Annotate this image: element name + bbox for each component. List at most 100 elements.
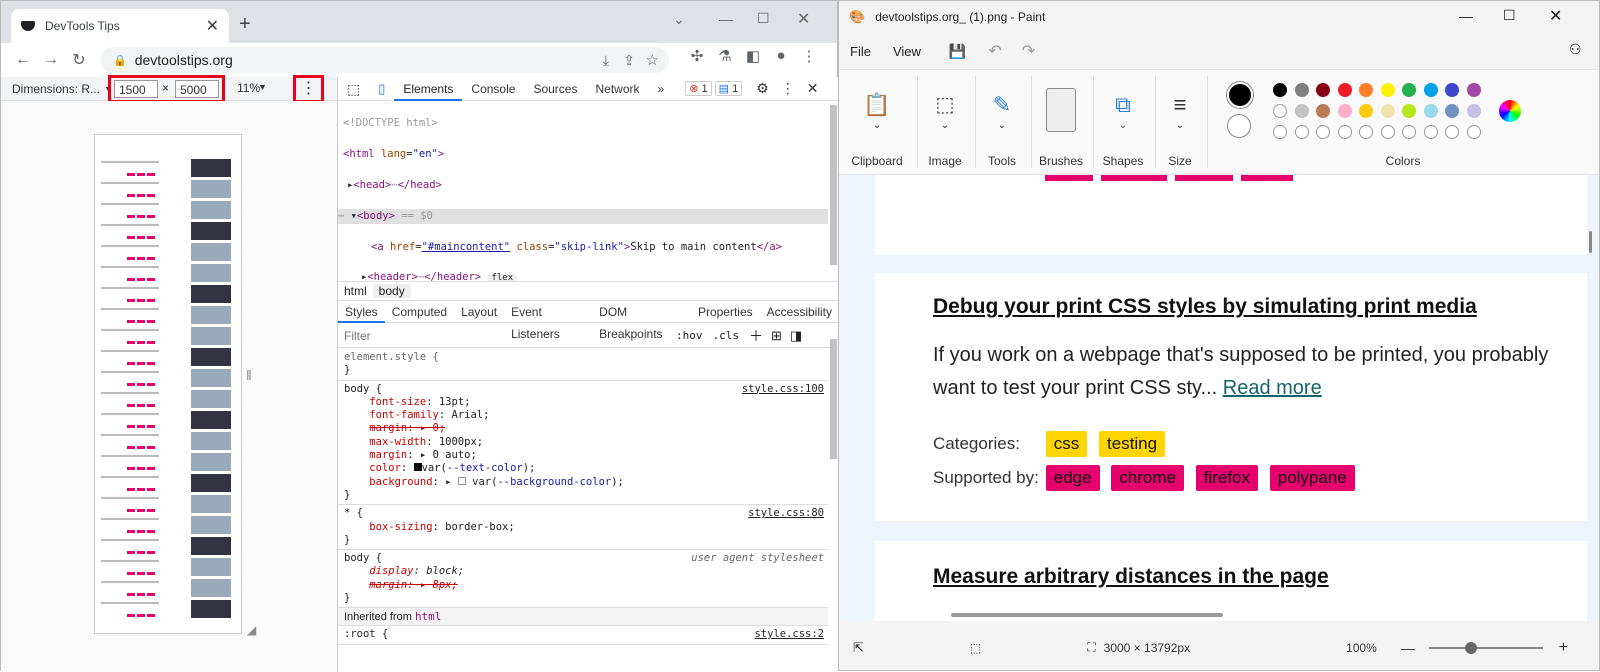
canvas-vscroll[interactable] xyxy=(1589,231,1592,253)
breadcrumb-body[interactable]: body xyxy=(372,284,411,298)
tab-properties[interactable]: Properties xyxy=(691,301,760,323)
browser-tab[interactable]: DevTools Tips ✕ xyxy=(11,9,229,43)
color-swatch[interactable] xyxy=(413,463,422,472)
empty-color-slot[interactable] xyxy=(1359,125,1373,139)
devtools-menu-icon[interactable]: ⋮ xyxy=(781,80,795,97)
paint-canvas-area[interactable]: Debug your print CSS styles by simulatin… xyxy=(839,175,1599,621)
tools-chevron-icon[interactable]: ⌄ xyxy=(975,120,1029,131)
styles-scrollbar[interactable] xyxy=(830,339,837,459)
zoom-select[interactable]: 11% xyxy=(237,81,260,95)
group-image[interactable]: ⬚ ⌄ Image xyxy=(917,70,973,176)
side-panel-icon[interactable]: ◧ xyxy=(739,47,767,65)
install-icon[interactable]: ⤓ xyxy=(603,52,609,69)
chevron-down-icon[interactable]: ⌄ xyxy=(673,11,685,28)
toggle-sidebar-icon[interactable]: ◨ xyxy=(790,328,802,344)
palette-color[interactable] xyxy=(1423,104,1438,118)
palette-color[interactable] xyxy=(1316,104,1330,118)
dom-node-head[interactable]: ▸<head>⋯</head> xyxy=(338,178,828,193)
new-tab-icon[interactable]: + xyxy=(239,13,251,36)
palette-color[interactable] xyxy=(1402,104,1416,118)
dom-tree-scrollbar[interactable] xyxy=(830,105,837,265)
tab-styles[interactable]: Styles xyxy=(338,301,385,323)
clipboard-chevron-icon[interactable]: ⌄ xyxy=(839,120,915,131)
zoom-dropdown-icon[interactable]: ▼ xyxy=(258,82,267,92)
empty-color-slot[interactable] xyxy=(1294,125,1309,139)
more-tabs-icon[interactable]: » xyxy=(649,77,674,101)
source-link-body[interactable]: style.css:100 xyxy=(742,383,824,395)
empty-color-slot[interactable] xyxy=(1316,125,1330,139)
maximize-icon[interactable]: ☐ xyxy=(757,10,770,27)
device-toggle-icon[interactable]: ▯ xyxy=(369,77,394,101)
minimize-icon[interactable]: — xyxy=(719,11,733,27)
dom-node-body-selected[interactable]: ⋯ ▾<body> == $0 xyxy=(338,208,828,225)
settings-gear-icon[interactable]: ⚙ xyxy=(756,80,769,97)
tab-console[interactable]: Console xyxy=(462,77,524,101)
paint-roller-icon[interactable]: ⊞ xyxy=(771,328,782,344)
palette-color[interactable] xyxy=(1294,104,1309,118)
reload-icon[interactable]: ↻ xyxy=(65,50,93,70)
styles-filter-input[interactable]: Filter xyxy=(344,329,672,343)
group-size[interactable]: ≡ ⌄ Size xyxy=(1155,70,1205,176)
rule-universal[interactable]: style.css:80 * { box-sizing: border-box;… xyxy=(338,505,828,551)
source-link-star[interactable]: style.css:80 xyxy=(748,507,824,519)
image-canvas[interactable]: Debug your print CSS styles by simulatin… xyxy=(875,175,1587,621)
account-icon[interactable]: ⚇ xyxy=(1569,41,1582,58)
palette-color[interactable] xyxy=(1273,83,1287,97)
zoom-out-icon[interactable]: — xyxy=(1401,640,1415,656)
height-input[interactable]: 5000 xyxy=(175,80,219,98)
close-window-icon[interactable]: ✕ xyxy=(1549,6,1562,26)
menu-file[interactable]: File xyxy=(850,44,871,59)
resize-corner-icon[interactable]: ◢ xyxy=(247,623,256,637)
palette-color[interactable] xyxy=(1273,104,1287,118)
cls-button[interactable]: .cls xyxy=(713,329,740,342)
message-counter[interactable]: ▤ 1 xyxy=(714,81,743,96)
forward-icon[interactable]: → xyxy=(37,51,65,69)
size-chevron-icon[interactable]: ⌄ xyxy=(1155,120,1205,131)
tab-accessibility[interactable]: Accessibility xyxy=(760,301,839,323)
group-clipboard[interactable]: 📋 ⌄ Clipboard xyxy=(839,70,915,176)
palette-color[interactable] xyxy=(1466,83,1481,97)
tab-network[interactable]: Network xyxy=(586,77,648,101)
palette-color[interactable] xyxy=(1380,104,1395,118)
share-icon[interactable]: ⇪ xyxy=(623,52,635,69)
tab-elements[interactable]: Elements xyxy=(394,77,463,101)
dom-node-skip-link[interactable]: <a href="#maincontent" class="skip-link"… xyxy=(338,240,828,255)
palette-color[interactable] xyxy=(1337,83,1352,97)
zoom-in-icon[interactable]: + xyxy=(1559,639,1568,657)
empty-color-slot[interactable] xyxy=(1273,125,1287,139)
secondary-color[interactable] xyxy=(1227,114,1251,138)
tab-layout[interactable]: Layout xyxy=(454,301,504,323)
dimensions-select[interactable]: Dimensions: R... xyxy=(12,82,100,96)
back-icon[interactable]: ← xyxy=(9,51,37,69)
width-input[interactable]: 1500 xyxy=(114,80,158,98)
profile-avatar-icon[interactable]: ● xyxy=(767,47,795,65)
menu-view[interactable]: View xyxy=(893,44,921,59)
inspect-element-icon[interactable]: ⬚ xyxy=(338,77,369,101)
rule-root[interactable]: style.css:2 :root { xyxy=(338,626,828,645)
palette-color[interactable] xyxy=(1294,83,1309,97)
lab-flask-icon[interactable]: ⚗ xyxy=(711,47,739,65)
palette-color[interactable] xyxy=(1337,104,1352,118)
tab-sources[interactable]: Sources xyxy=(524,77,586,101)
error-counter[interactable]: ⊗ 1 xyxy=(685,81,712,96)
empty-color-slot[interactable] xyxy=(1337,125,1352,139)
empty-color-slot[interactable] xyxy=(1380,125,1395,139)
zoom-slider-thumb[interactable] xyxy=(1464,641,1477,654)
empty-color-slot[interactable] xyxy=(1445,125,1459,139)
group-tools[interactable]: ✎ ⌄ Tools xyxy=(975,70,1029,176)
palette-color[interactable] xyxy=(1423,83,1438,97)
palette-color[interactable] xyxy=(1445,104,1459,118)
palette-color[interactable] xyxy=(1402,83,1416,97)
edit-colors-icon[interactable] xyxy=(1499,100,1521,122)
maximize-icon[interactable]: ☐ xyxy=(1503,7,1516,24)
resize-handle-right-icon[interactable]: ‖ xyxy=(246,367,252,383)
inherited-tag[interactable]: html xyxy=(415,610,442,623)
group-brushes[interactable]: Brushes xyxy=(1031,70,1091,176)
bookmark-star-icon[interactable]: ☆ xyxy=(646,51,659,69)
tab-dom-breakpoints[interactable]: DOM Breakpoints xyxy=(592,301,691,341)
dom-node-doctype[interactable]: <!DOCTYPE html> xyxy=(338,116,828,131)
primary-color[interactable] xyxy=(1227,82,1253,108)
dom-node-html[interactable]: <html lang="en"> xyxy=(338,147,828,162)
empty-color-slot[interactable] xyxy=(1466,125,1481,139)
rule-element-style[interactable]: element.style { } xyxy=(338,349,828,381)
